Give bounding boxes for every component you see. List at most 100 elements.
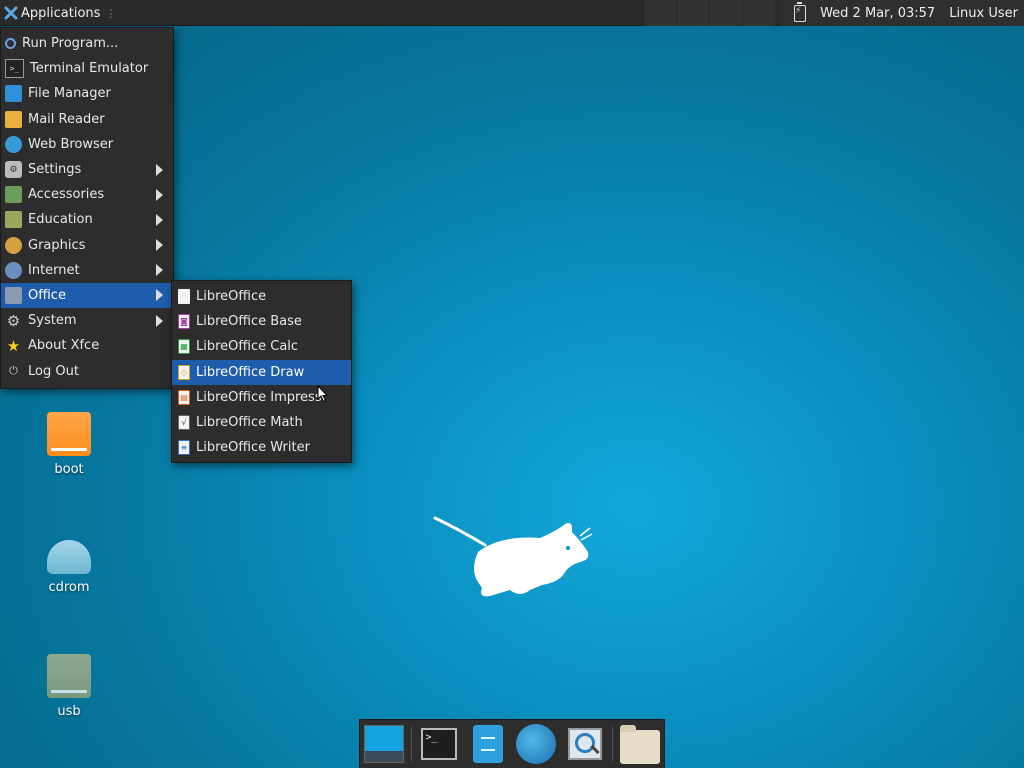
bottom-dock: >_	[359, 719, 665, 768]
menu-item-graphics[interactable]: Graphics	[1, 233, 173, 258]
desktop-icon-label: boot	[54, 462, 84, 477]
libreoffice-writer-icon: ≡	[178, 440, 190, 456]
workspace-2[interactable]	[676, 0, 709, 26]
dock-app-finder[interactable]	[563, 722, 605, 766]
desktop-icon-label: cdrom	[48, 580, 90, 595]
gear-icon: ⚙	[6, 311, 21, 330]
desktop-icon-label: usb	[57, 704, 81, 719]
menu-item-libreoffice-math[interactable]: √ LibreOffice Math	[172, 410, 351, 435]
xfce-mouse-wallpaper-icon	[433, 516, 593, 597]
menu-item-label: LibreOffice	[196, 289, 267, 305]
menu-item-libreoffice[interactable]: LibreOffice	[172, 284, 351, 309]
menu-item-terminal-emulator[interactable]: >_ Terminal Emulator	[1, 56, 173, 81]
graphics-icon	[5, 236, 22, 254]
usb-drive-icon	[47, 654, 91, 698]
dock-terminal[interactable]: >_	[418, 722, 460, 766]
internet-icon	[5, 261, 22, 279]
applications-menu: Run Program... >_ Terminal Emulator File…	[0, 27, 174, 389]
menu-item-mail-reader[interactable]: Mail Reader	[1, 107, 173, 132]
menu-item-education[interactable]: Education	[1, 207, 173, 232]
menu-item-internet[interactable]: Internet	[1, 258, 173, 283]
settings-icon: ⚙	[5, 161, 22, 179]
mail-icon	[5, 110, 22, 128]
menu-item-label: Mail Reader	[28, 111, 105, 127]
submenu-arrow-icon	[156, 264, 163, 277]
menu-item-libreoffice-base[interactable]: ◙ LibreOffice Base	[172, 309, 351, 334]
menu-item-label: Internet	[28, 262, 80, 278]
menu-item-label: System	[28, 313, 77, 329]
menu-item-label: LibreOffice Impress	[196, 389, 322, 405]
dock-show-desktop[interactable]	[363, 722, 405, 766]
user-menu[interactable]: Linux User	[949, 6, 1018, 21]
dock-web-browser[interactable]	[515, 722, 557, 766]
menu-item-log-out[interactable]: ⏻ Log Out	[1, 358, 173, 383]
desktop-icon-cdrom[interactable]: cdrom	[24, 532, 114, 595]
show-desktop-icon	[364, 725, 405, 763]
menu-item-label: LibreOffice Draw	[196, 364, 305, 380]
menu-item-libreoffice-writer[interactable]: ≡ LibreOffice Writer	[172, 435, 351, 460]
dock-file-manager[interactable]	[467, 722, 509, 766]
xfce-logo-icon	[4, 6, 18, 20]
menu-item-label: LibreOffice Math	[196, 415, 303, 431]
menu-item-file-manager[interactable]: File Manager	[1, 81, 173, 106]
menu-item-accessories[interactable]: Accessories	[1, 182, 173, 207]
menu-item-label: Education	[28, 212, 93, 228]
menu-item-label: Log Out	[28, 363, 79, 379]
menu-item-run-program[interactable]: Run Program...	[1, 31, 173, 56]
menu-item-label: About Xfce	[28, 338, 100, 354]
menu-item-label: Graphics	[28, 237, 86, 253]
libreoffice-math-icon: √	[178, 415, 190, 431]
office-icon	[5, 286, 22, 304]
libreoffice-base-icon: ◙	[178, 314, 190, 330]
menu-item-web-browser[interactable]: Web Browser	[1, 132, 173, 157]
workspace-1[interactable]	[643, 0, 676, 26]
globe-icon	[516, 724, 557, 764]
menu-item-office[interactable]: Office	[1, 282, 173, 309]
desktop-icon-usb[interactable]: usb	[24, 654, 114, 719]
applications-menu-button[interactable]: Applications ⋮	[0, 0, 120, 26]
libreoffice-draw-icon: ◇	[178, 364, 190, 380]
menu-item-label: Web Browser	[28, 136, 114, 152]
mouse-cursor-icon	[317, 385, 329, 403]
menu-item-label: LibreOffice Calc	[196, 339, 299, 355]
menu-item-label: Terminal Emulator	[30, 61, 149, 77]
submenu-arrow-icon	[156, 239, 163, 252]
office-submenu: LibreOffice ◙ LibreOffice Base ▦ LibreOf…	[171, 280, 352, 463]
folder-icon	[619, 725, 660, 764]
menu-item-label: File Manager	[28, 86, 111, 102]
menu-item-about-xfce[interactable]: ★ About Xfce	[1, 333, 173, 358]
accessories-icon	[5, 186, 22, 204]
menu-item-label: Office	[28, 287, 66, 303]
submenu-arrow-icon	[156, 314, 163, 327]
logout-icon: ⏻	[9, 364, 18, 378]
clock[interactable]: Wed 2 Mar, 03:57	[820, 6, 935, 21]
desktop-icon-boot[interactable]: boot	[24, 412, 114, 477]
workspace-4[interactable]	[742, 0, 775, 26]
dock-home-folder[interactable]	[619, 722, 661, 766]
battery-icon[interactable]	[794, 1, 807, 22]
menu-item-libreoffice-calc[interactable]: ▦ LibreOffice Calc	[172, 334, 351, 359]
top-panel: Applications ⋮ Wed 2 Mar, 03:57 Linux Us…	[0, 0, 1024, 26]
menu-item-label: LibreOffice Base	[196, 314, 302, 330]
menu-item-system[interactable]: ⚙ System	[1, 308, 173, 333]
menu-item-label: LibreOffice Writer	[196, 440, 310, 456]
terminal-icon: >_	[5, 59, 24, 79]
workspace-3[interactable]	[709, 0, 742, 26]
terminal-icon: >_	[421, 728, 458, 760]
dock-separator	[611, 727, 613, 761]
submenu-arrow-icon	[156, 163, 163, 176]
dock-separator	[411, 727, 413, 761]
education-icon	[5, 211, 22, 229]
libreoffice-calc-icon: ▦	[178, 339, 190, 355]
menu-item-settings[interactable]: ⚙ Settings	[1, 157, 173, 182]
panel-tray: Wed 2 Mar, 03:57 Linux User	[780, 0, 1024, 26]
submenu-arrow-icon	[156, 289, 163, 302]
submenu-arrow-icon	[156, 188, 163, 201]
libreoffice-icon	[178, 289, 190, 305]
applications-label: Applications	[21, 5, 101, 21]
cdrom-icon	[47, 540, 91, 574]
file-manager-icon	[472, 725, 503, 763]
menu-item-label: Run Program...	[22, 36, 119, 52]
menu-item-libreoffice-draw[interactable]: ◇ LibreOffice Draw	[172, 359, 351, 385]
submenu-arrow-icon	[156, 213, 163, 226]
